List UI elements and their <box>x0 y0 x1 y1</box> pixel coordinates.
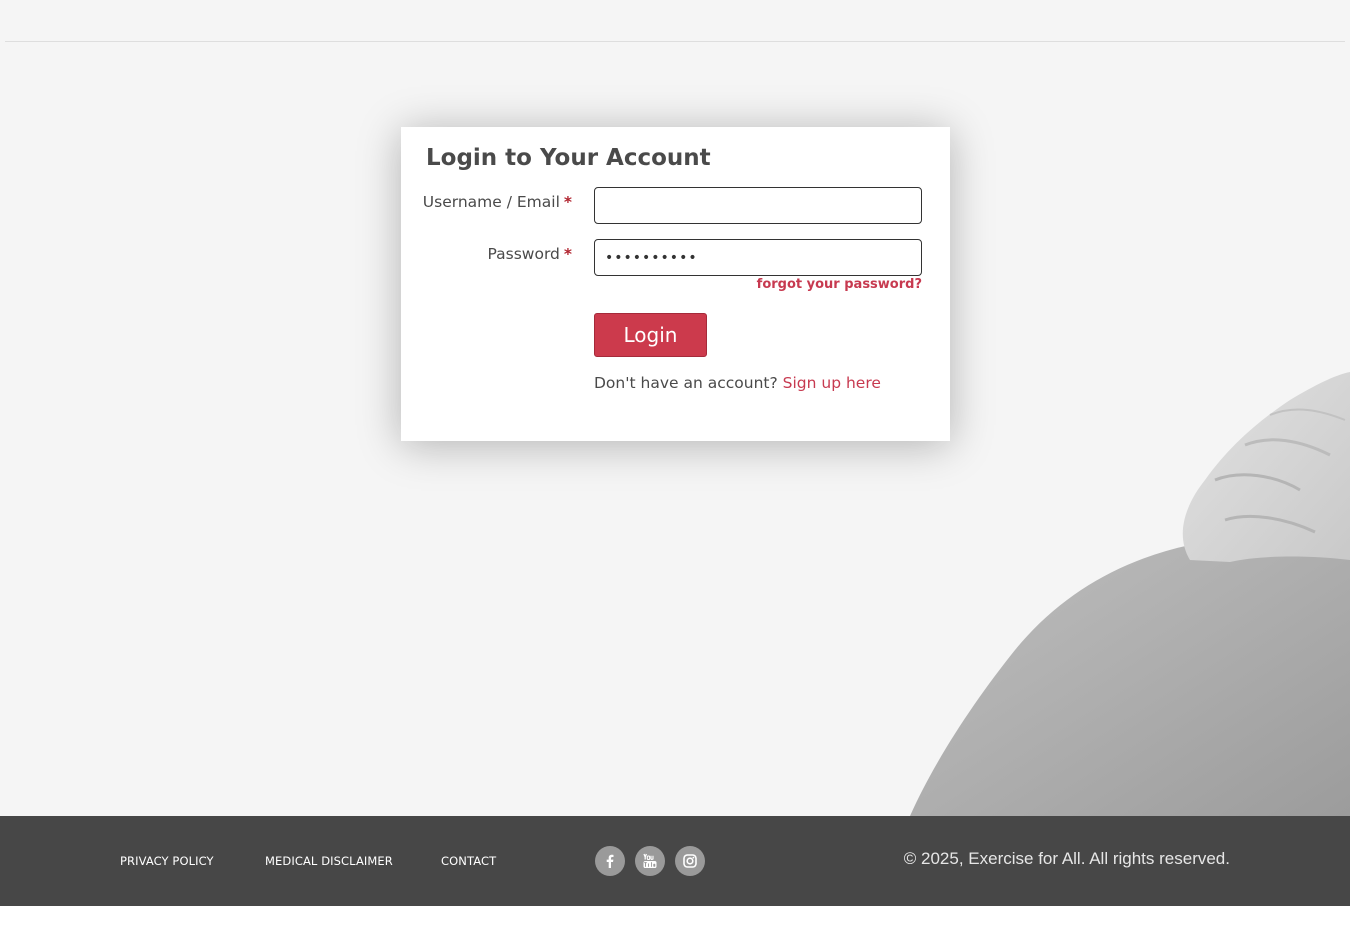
copyright-text: © 2025, Exercise for All. All rights res… <box>903 849 1230 868</box>
signup-prompt-text: Don't have an account? <box>594 374 778 392</box>
footer-link-privacy-policy[interactable]: PRIVACY POLICY <box>120 854 214 868</box>
login-button[interactable]: Login <box>594 313 707 357</box>
password-label-text: Password <box>487 245 560 263</box>
login-title: Login to Your Account <box>426 145 711 171</box>
login-card: Login to Your Account Username / Email * … <box>401 127 950 441</box>
username-label-text: Username / Email <box>422 193 560 211</box>
page: Login to Your Account Username / Email * … <box>0 0 1350 940</box>
footer-link-contact[interactable]: CONTACT <box>441 854 496 868</box>
footer: PRIVACY POLICY MEDICAL DISCLAIMER CONTAC… <box>0 816 1350 906</box>
signup-prompt: Don't have an account? Sign up here <box>594 374 881 392</box>
bottom-strip <box>0 906 1350 940</box>
forgot-password-link[interactable]: forgot your password? <box>757 277 922 292</box>
facebook-icon[interactable] <box>595 846 625 876</box>
password-label: Password * <box>487 245 572 263</box>
youtube-icon[interactable] <box>635 846 665 876</box>
password-input[interactable] <box>594 239 922 276</box>
main-area: Login to Your Account Username / Email * … <box>0 0 1350 816</box>
username-input[interactable] <box>594 187 922 224</box>
instagram-icon[interactable] <box>675 846 705 876</box>
username-label: Username / Email * <box>423 193 572 211</box>
youtube-glyph <box>643 853 657 868</box>
required-marker: * <box>563 245 572 263</box>
instagram-glyph <box>683 854 697 868</box>
required-marker: * <box>563 193 572 211</box>
facebook-glyph <box>606 854 614 868</box>
signup-link[interactable]: Sign up here <box>783 374 881 392</box>
footer-link-medical-disclaimer[interactable]: MEDICAL DISCLAIMER <box>265 854 393 868</box>
